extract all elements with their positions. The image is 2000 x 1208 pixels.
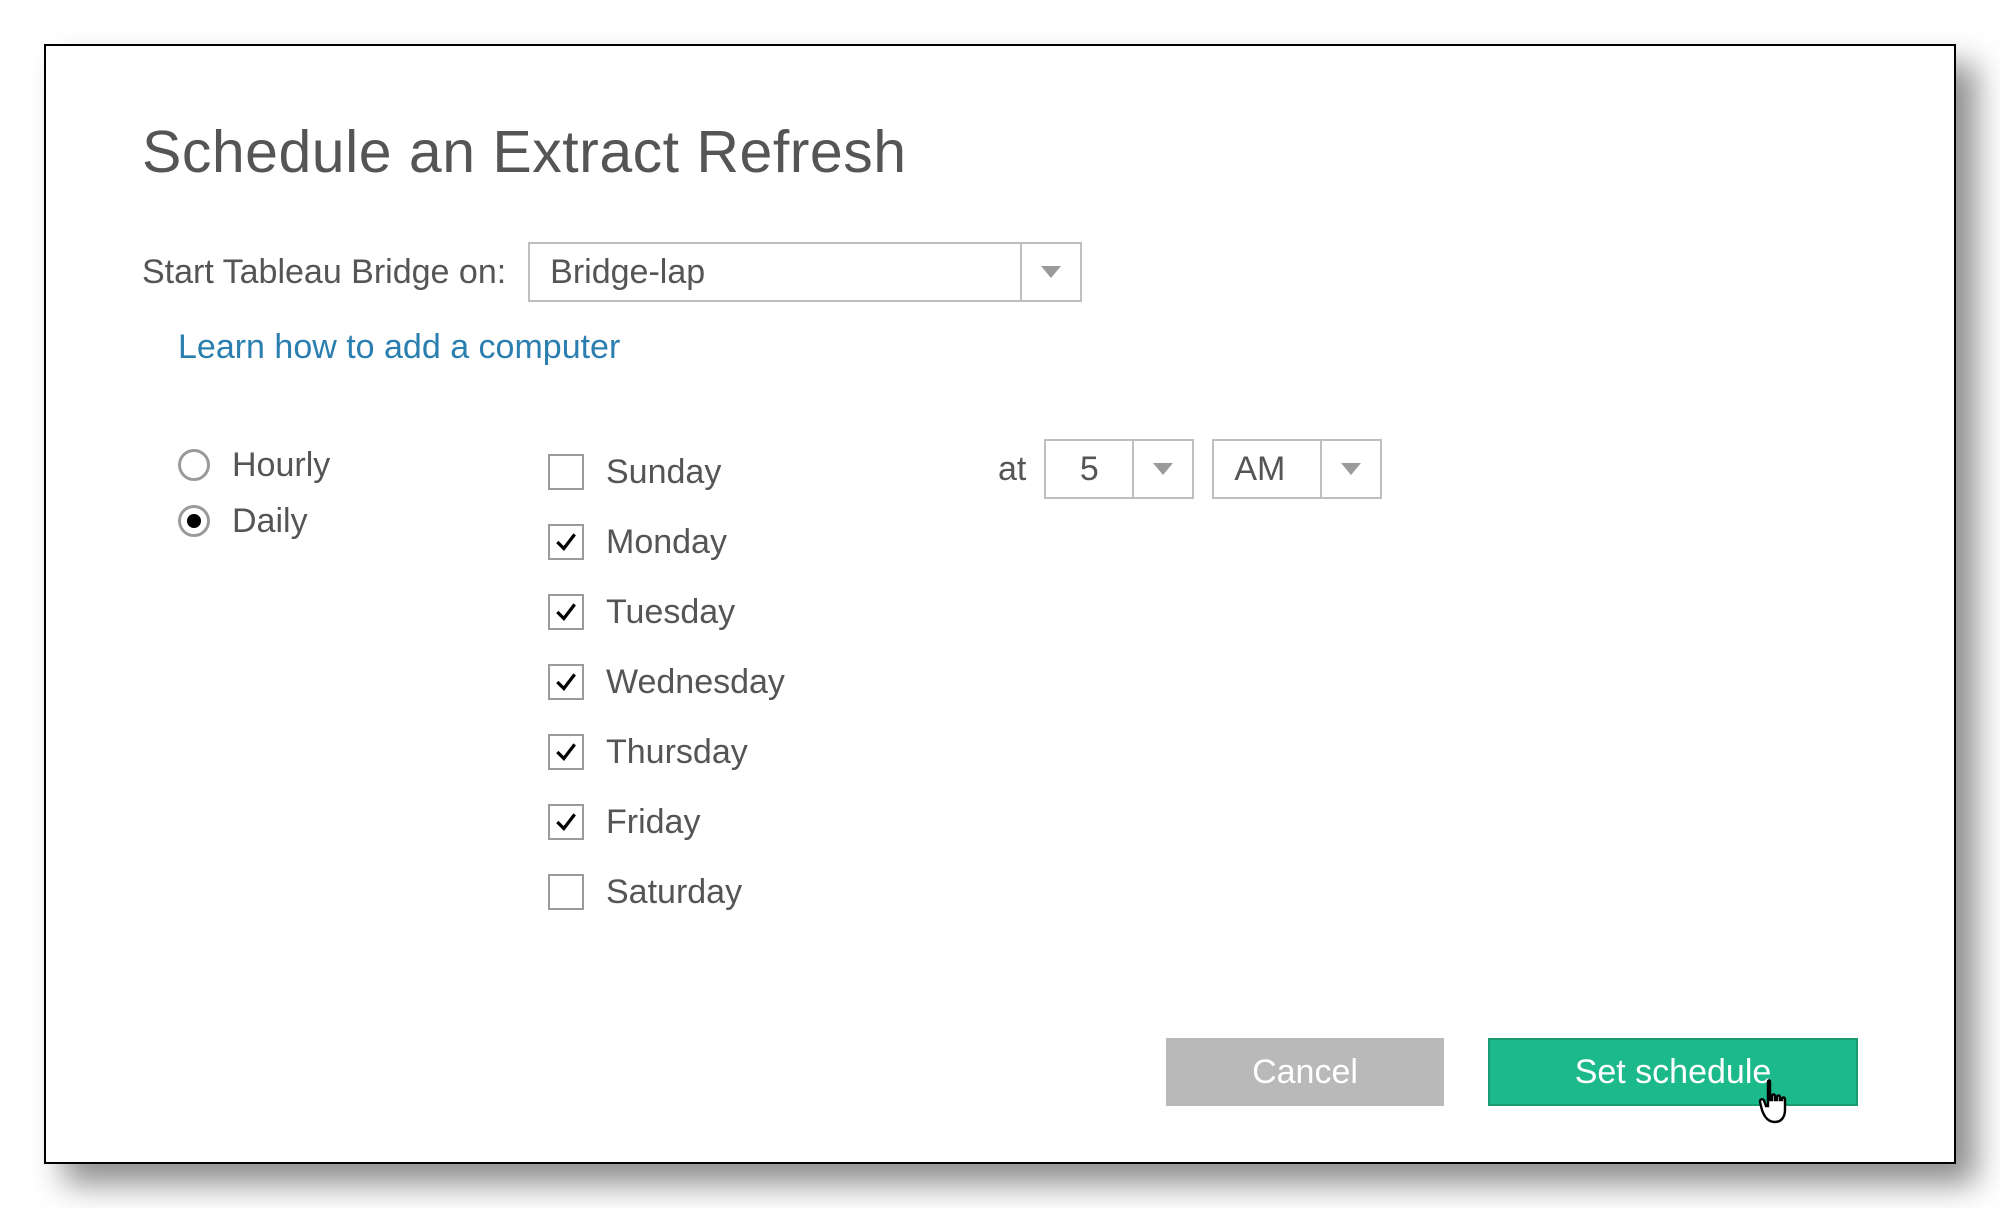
day-tuesday[interactable]: Tuesday: [548, 577, 998, 647]
frequency-column: Hourly Daily: [178, 437, 548, 549]
bridge-select[interactable]: Bridge-lap: [528, 242, 1082, 302]
cancel-button[interactable]: Cancel: [1166, 1038, 1444, 1106]
caret-down-icon: [1153, 463, 1173, 475]
day-friday[interactable]: Friday: [548, 787, 998, 857]
day-label: Saturday: [606, 873, 742, 912]
frequency-option-hourly[interactable]: Hourly: [178, 437, 548, 493]
frequency-label: Hourly: [232, 446, 330, 485]
bridge-select-toggle[interactable]: [1020, 244, 1080, 300]
checkbox-icon: [548, 874, 584, 910]
ampm-select-value: AM: [1214, 441, 1320, 497]
checkbox-icon: [548, 594, 584, 630]
day-wednesday[interactable]: Wednesday: [548, 647, 998, 717]
ampm-select[interactable]: AM: [1212, 439, 1382, 499]
day-label: Wednesday: [606, 663, 785, 702]
checkbox-icon: [548, 734, 584, 770]
schedule-extract-refresh-dialog: Schedule an Extract Refresh Start Tablea…: [44, 44, 1956, 1164]
add-computer-link[interactable]: Learn how to add a computer: [178, 328, 620, 367]
checkmark-icon: [553, 669, 579, 695]
day-label: Sunday: [606, 453, 721, 492]
frequency-label: Daily: [232, 502, 308, 541]
radio-icon: [178, 505, 210, 537]
checkmark-icon: [553, 529, 579, 555]
day-sunday[interactable]: Sunday: [548, 437, 998, 507]
day-label: Thursday: [606, 733, 748, 772]
frequency-option-daily[interactable]: Daily: [178, 493, 548, 549]
day-saturday[interactable]: Saturday: [548, 857, 998, 927]
checkbox-icon: [548, 524, 584, 560]
dialog-footer: Cancel Set schedule: [1166, 1038, 1858, 1106]
day-monday[interactable]: Monday: [548, 507, 998, 577]
checkbox-icon: [548, 664, 584, 700]
day-thursday[interactable]: Thursday: [548, 717, 998, 787]
checkbox-icon: [548, 454, 584, 490]
at-label: at: [998, 439, 1026, 499]
bridge-row: Start Tableau Bridge on: Bridge-lap: [142, 242, 1858, 302]
checkbox-icon: [548, 804, 584, 840]
days-column: Sunday Monday Tuesday Wednesday: [548, 437, 998, 927]
hour-select-value: 5: [1046, 441, 1132, 497]
radio-icon: [178, 449, 210, 481]
checkmark-icon: [553, 739, 579, 765]
bridge-label: Start Tableau Bridge on:: [142, 253, 506, 292]
hour-select-toggle[interactable]: [1132, 441, 1192, 497]
day-label: Friday: [606, 803, 700, 842]
dialog-title: Schedule an Extract Refresh: [142, 118, 1858, 186]
caret-down-icon: [1041, 266, 1061, 278]
hour-select[interactable]: 5: [1044, 439, 1194, 499]
checkmark-icon: [553, 809, 579, 835]
set-schedule-label: Set schedule: [1575, 1053, 1772, 1092]
set-schedule-button[interactable]: Set schedule: [1488, 1038, 1858, 1106]
caret-down-icon: [1341, 463, 1361, 475]
checkmark-icon: [553, 599, 579, 625]
day-label: Monday: [606, 523, 727, 562]
bridge-select-value: Bridge-lap: [530, 244, 1020, 300]
time-column: at 5 AM: [998, 437, 1382, 499]
ampm-select-toggle[interactable]: [1320, 441, 1380, 497]
schedule-row: Hourly Daily Sunday Monday: [142, 437, 1858, 927]
day-label: Tuesday: [606, 593, 735, 632]
